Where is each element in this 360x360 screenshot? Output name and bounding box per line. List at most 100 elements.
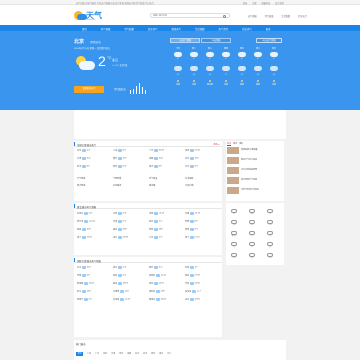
hot-city-link[interactable]: 杭州 (135, 352, 139, 356)
news-item[interactable]: 冷空气影响华北地区 (227, 187, 283, 195)
news-item[interactable]: 春运天气出行指南 (227, 157, 283, 165)
city-cell[interactable]: 西宁 0/-13 (185, 236, 220, 242)
city-cell[interactable]: 广州 20/13 (149, 149, 184, 155)
service-link[interactable]: 卫星云图 (185, 184, 220, 190)
city-cell[interactable]: 哈尔滨 -10/-22 (77, 220, 112, 226)
city-cell[interactable]: 东京 10/2 (77, 266, 112, 272)
city-cell[interactable]: 西安 6/-3 (113, 165, 148, 171)
city-cell[interactable]: 温哥华 6/1 (77, 298, 112, 304)
search-icon[interactable] (223, 14, 226, 18)
header-link-life[interactable]: 生活指数 (282, 14, 291, 18)
nav-item-travel[interactable]: 旅游天气 (171, 27, 181, 31)
city-cell[interactable]: 芝加哥 -4/-10 (113, 298, 148, 304)
city-cell[interactable]: 郑州 7/-2 (149, 220, 184, 226)
service-link[interactable]: 降水预报 (77, 184, 112, 190)
forecast-40day-button[interactable]: 40天天气预报 (256, 38, 282, 43)
provincial-section: 省会城市天气预报 石家庄 5/-4 太原 3/-8 沈阳 -3/-14 长春 -8/-19 哈尔… (74, 203, 222, 255)
nav-item-life[interactable]: 生活指数 (195, 27, 205, 31)
search-input[interactable] (153, 14, 213, 17)
news-item[interactable]: 北方多地迎来降雪 (227, 167, 283, 175)
city-cell[interactable]: 重庆 11/7 (113, 157, 148, 163)
city-cell[interactable]: 伦敦 7/2 (185, 266, 220, 272)
nav-item-more[interactable]: 更多 (266, 27, 271, 31)
city-cell[interactable]: 马德里 12/2 (113, 290, 148, 296)
city-cell[interactable]: 孟买 31/20 (185, 298, 220, 304)
city-cell[interactable]: 海口 24/18 (113, 236, 148, 242)
city-cell[interactable]: 济南 6/-2 (113, 220, 148, 226)
hot-city-link[interactable]: 北京 (76, 352, 84, 356)
city-cell[interactable]: 兰州 2/-9 (149, 236, 184, 242)
header-link-history[interactable]: 历史天气 (298, 14, 307, 18)
header-link-forecast[interactable]: 天气预报 (248, 14, 257, 18)
tab-hot[interactable]: 热点 (227, 142, 232, 146)
city-cell[interactable]: 南昌 10/3 (77, 228, 112, 234)
hot-city-link[interactable]: 上海 (87, 352, 91, 356)
city-cell[interactable]: 天津 3/-6 (77, 157, 112, 163)
city-cell[interactable]: 纽约 3/-3 (149, 266, 184, 272)
tab-photos[interactable]: 图片 (239, 142, 243, 146)
city-cell[interactable]: 长春 -8/-19 (185, 212, 220, 218)
city-cell[interactable]: 长沙 9/3 (185, 165, 220, 171)
nav-item-air[interactable]: 空气质量 (124, 27, 134, 31)
sun-icon (193, 80, 195, 82)
city-cell[interactable]: 迪拜 24/17 (149, 282, 184, 288)
hot-city-link[interactable]: 西安 (151, 352, 155, 356)
more-weather-button[interactable]: 查看更多天气 (74, 86, 104, 93)
nav-item-forecast[interactable]: 天气预报 (101, 27, 111, 31)
nav-item-history[interactable]: 历史天气 (148, 27, 158, 31)
hot-city-link[interactable]: 天津 (111, 352, 115, 356)
city-cell[interactable]: 柏林 3/-1 (113, 274, 148, 280)
city-cell[interactable]: 福州 16/9 (113, 228, 148, 234)
hot-city-link[interactable]: 武汉 (143, 352, 147, 356)
city-cell[interactable]: 开罗 20/10 (185, 282, 220, 288)
city-cell[interactable]: 沈阳 -3/-14 (149, 212, 184, 218)
city-cell[interactable]: 多伦多 -1/-7 (185, 290, 220, 296)
more-link[interactable]: 更多>> (214, 143, 220, 146)
city-cell[interactable]: 洛杉矶 20/9 (149, 290, 184, 296)
news-item[interactable]: 南方阴雨天气持续 (227, 177, 283, 185)
city-cell[interactable]: 深圳 21/14 (185, 149, 220, 155)
header-link-air[interactable]: 空气质量 (265, 14, 274, 18)
city-cell[interactable]: 曼谷 33/24 (113, 282, 148, 288)
city-cell[interactable]: 莫斯科 -6/-12 (149, 274, 184, 280)
city-cell[interactable]: 南宁 19/12 (77, 236, 112, 242)
city-cell[interactable]: 太原 3/-8 (113, 212, 148, 218)
tab-15day[interactable]: 15天预报 (201, 38, 231, 43)
hot-city-link[interactable]: 长沙 (167, 352, 171, 356)
city-cell[interactable]: 成都 10/4 (149, 157, 184, 163)
city-cell[interactable]: 巴黎 8/3 (77, 274, 112, 280)
city-cell[interactable]: 北京 4/-5 (77, 149, 112, 155)
nav-item-news[interactable]: 天气资讯 (219, 27, 229, 31)
hot-city-link[interactable]: 深圳 (103, 352, 107, 356)
hot-city-link[interactable]: 广州 (95, 352, 99, 356)
city-cell[interactable]: 合肥 8/0 (185, 220, 220, 226)
service-link[interactable]: 气象预警 (113, 177, 148, 183)
city-cell[interactable]: 新加坡 31/25 (77, 282, 112, 288)
city-cell[interactable]: 上海 9/3 (113, 149, 148, 155)
service-link[interactable]: 雷达图 (149, 184, 184, 190)
city-cell[interactable]: 南京 8/0 (149, 165, 184, 171)
service-link[interactable]: 天气预报 (77, 177, 112, 183)
switch-city-link[interactable]: [切换城市] (90, 40, 101, 44)
city-cell[interactable]: 悉尼 27/19 (185, 274, 220, 280)
city-cell[interactable]: 武汉 8/1 (77, 165, 112, 171)
tab-news[interactable]: 资讯 (233, 142, 237, 146)
service-link[interactable]: 台风路径 (113, 184, 148, 190)
tab-7day[interactable]: 7天天气预报 (170, 38, 200, 43)
service-link[interactable]: 生活指数 (185, 177, 220, 183)
city-cell[interactable]: 昆明 18/5 (149, 228, 184, 234)
city-cell[interactable]: 首尔 2/-6 (113, 266, 148, 272)
hot-city-link[interactable]: 重庆 (119, 352, 123, 356)
city-cell[interactable]: 雅加达 30/24 (149, 298, 184, 304)
site-logo[interactable]: 天气 tianqi.com (74, 8, 104, 22)
city-cell[interactable]: 石家庄 5/-4 (77, 212, 112, 218)
nav-item-home[interactable]: 首页 (82, 27, 87, 31)
nav-item-agri[interactable]: 农业天气 (242, 27, 252, 31)
city-cell[interactable]: 杭州 10/2 (185, 157, 220, 163)
hot-city-link[interactable]: 南京 (159, 352, 163, 356)
news-item[interactable]: 寒潮来袭 注意保暖 (227, 147, 283, 155)
city-cell[interactable]: 贵阳 9/3 (185, 228, 220, 234)
service-link[interactable]: 空气质量 (149, 177, 184, 183)
city-cell[interactable]: 罗马 13/5 (77, 290, 112, 296)
hot-city-link[interactable]: 成都 (127, 352, 131, 356)
